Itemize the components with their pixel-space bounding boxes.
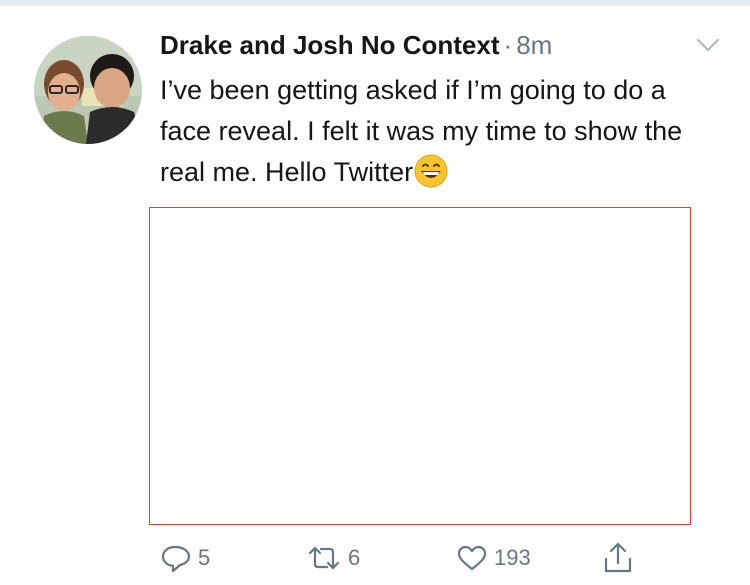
avatar-photo-icon <box>34 36 142 144</box>
chevron-down-icon[interactable] <box>694 34 722 56</box>
like-count: 193 <box>494 545 531 570</box>
avatar[interactable] <box>34 36 142 144</box>
tweet-text-block: I’ve been getting asked if I’m going to … <box>160 70 720 193</box>
display-name[interactable]: Drake and Josh No Context <box>160 30 500 61</box>
reply-button[interactable]: 5 <box>160 538 210 578</box>
like-button[interactable]: 193 <box>456 538 531 578</box>
timestamp[interactable]: 8m <box>516 30 552 61</box>
retweet-count: 6 <box>348 545 361 570</box>
share-icon <box>602 541 634 575</box>
share-button[interactable] <box>602 538 634 578</box>
retweet-icon <box>306 544 342 572</box>
media-frame[interactable] <box>149 207 691 525</box>
grinning-face-emoji-icon <box>413 153 449 189</box>
header-separator: · <box>503 30 513 60</box>
tweet-header: Drake and Josh No Context · 8m <box>160 30 552 64</box>
action-bar: 5 6 193 <box>0 538 750 578</box>
reply-count: 5 <box>198 545 211 570</box>
tweet-card[interactable]: Drake and Josh No Context · 8m I’ve been… <box>0 0 750 585</box>
retweet-button[interactable]: 6 <box>306 538 360 578</box>
heart-icon <box>456 544 488 572</box>
reply-icon <box>160 543 192 573</box>
